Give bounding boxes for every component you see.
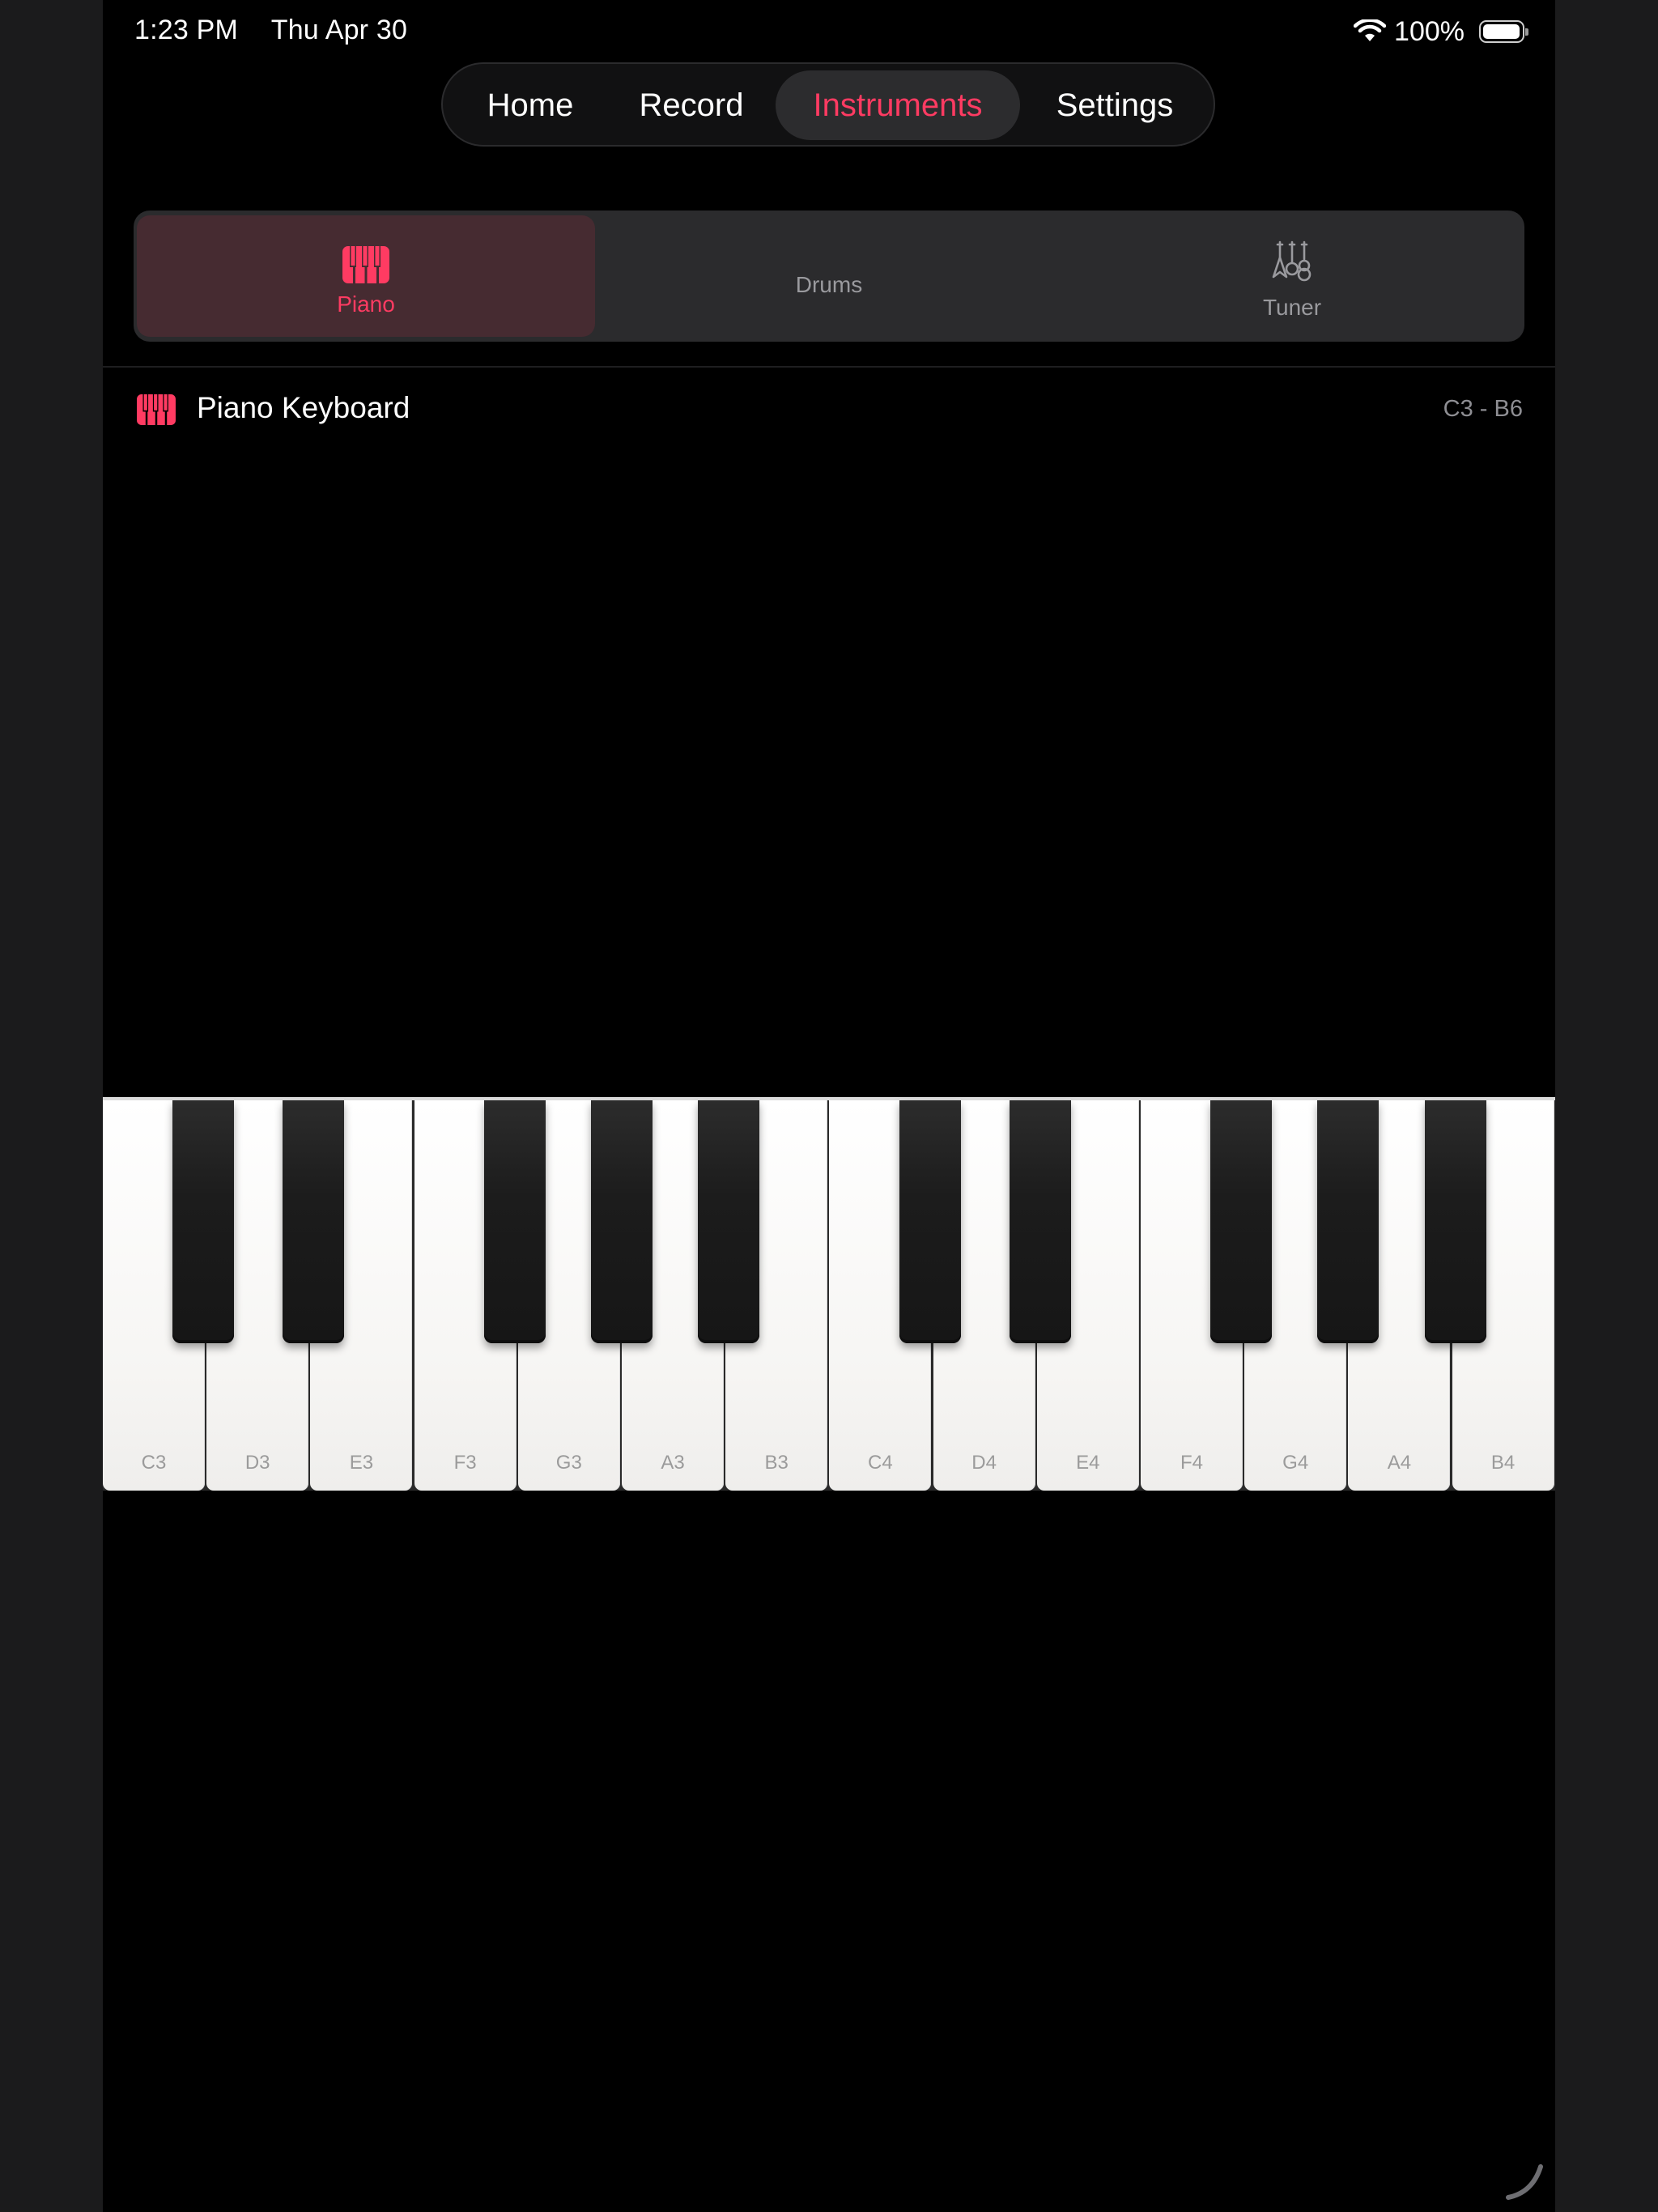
- black-key-asharp4[interactable]: [1424, 1100, 1486, 1343]
- nav-home[interactable]: Home: [462, 70, 598, 140]
- note-label: E4: [1076, 1452, 1100, 1474]
- black-key-gsharp3[interactable]: [591, 1100, 653, 1343]
- battery-fill: [1483, 24, 1520, 39]
- status-date: Thu Apr 30: [270, 15, 408, 45]
- nav-instruments[interactable]: Instruments: [776, 70, 1020, 140]
- black-key-gsharp4[interactable]: [1317, 1100, 1380, 1343]
- tab-tuner[interactable]: Tuner: [1063, 215, 1521, 337]
- tuner-icon: [1272, 240, 1312, 282]
- battery-icon: [1479, 20, 1528, 43]
- instrument-tabs: Piano Drums Tuner: [134, 211, 1524, 342]
- divider: [103, 366, 1555, 368]
- status-time: 1:23 PM Thu Apr 30: [134, 15, 407, 46]
- wifi-icon: [1354, 19, 1387, 41]
- tab-tuner-label: Tuner: [1262, 295, 1322, 320]
- note-label: G4: [1282, 1452, 1309, 1474]
- note-label: A4: [1387, 1452, 1412, 1474]
- tab-drums[interactable]: Drums: [600, 215, 1058, 337]
- tab-drums-label: Drums: [795, 272, 863, 297]
- note-label: D3: [244, 1452, 270, 1474]
- note-label: B4: [1490, 1452, 1516, 1474]
- piano-icon: [342, 246, 389, 283]
- note-label: G3: [555, 1452, 582, 1474]
- note-label: E3: [349, 1452, 374, 1474]
- resize-handle-icon[interactable]: [1505, 2160, 1545, 2201]
- battery-nub: [1525, 28, 1528, 36]
- note-label: F3: [453, 1452, 477, 1474]
- note-label: C3: [141, 1452, 167, 1474]
- top-nav: Home Record Instruments Settings: [441, 62, 1215, 147]
- note-label: A3: [661, 1452, 685, 1474]
- black-key-dsharp3[interactable]: [283, 1100, 345, 1343]
- note-label: F4: [1180, 1452, 1203, 1474]
- note-label: C4: [868, 1452, 893, 1474]
- black-key-csharp3[interactable]: [172, 1100, 235, 1343]
- nav-settings[interactable]: Settings: [1034, 70, 1196, 140]
- piano-keyboard: C3 D3 E3 F3 G3 A3 B3 C4 D4 E4 F4 G4 A4 B4: [103, 1097, 1555, 1491]
- note-label: D4: [971, 1452, 997, 1474]
- black-key-fsharp4[interactable]: [1210, 1100, 1273, 1343]
- black-key-csharp4[interactable]: [899, 1100, 961, 1343]
- note-label: B3: [764, 1452, 789, 1474]
- black-key-asharp3[interactable]: [698, 1100, 760, 1343]
- status-right: 100%: [1354, 15, 1528, 49]
- piano-icon: [137, 394, 176, 425]
- black-key-dsharp4[interactable]: [1009, 1100, 1071, 1343]
- battery-percent: 100%: [1394, 15, 1465, 47]
- keyboard-range: C3 - B6: [1443, 396, 1523, 422]
- status-clock: 1:23 PM: [134, 15, 239, 45]
- screen: 1:23 PM Thu Apr 30 100% Home Record Inst…: [103, 0, 1555, 2212]
- tab-piano[interactable]: Piano: [137, 215, 595, 337]
- black-key-fsharp3[interactable]: [483, 1100, 546, 1343]
- tab-piano-label: Piano: [337, 291, 395, 317]
- section-title: Piano Keyboard: [197, 391, 410, 424]
- nav-record[interactable]: Record: [623, 70, 760, 140]
